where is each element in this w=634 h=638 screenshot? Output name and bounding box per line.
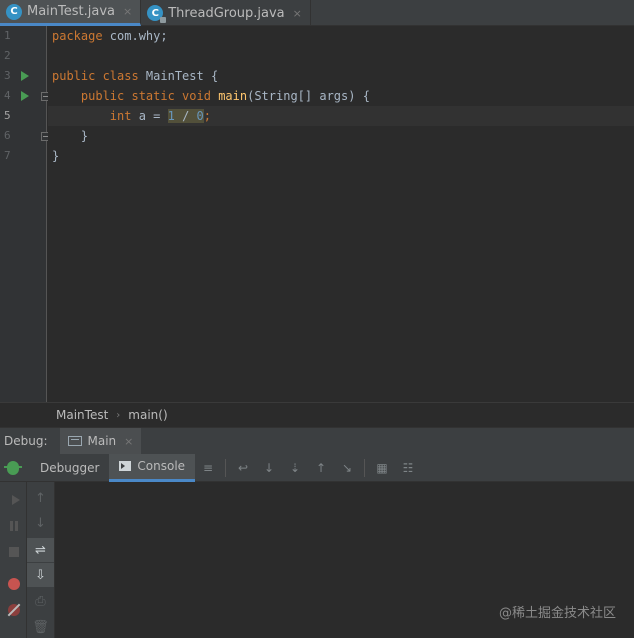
console-icon <box>119 461 132 471</box>
debug-toolbar: Debugger Console ≡ ↩ ↓ ⇣ ↑ ↘ ▦ ☷ <box>0 453 634 482</box>
java-class-locked-icon: C <box>147 5 167 23</box>
chevron-right-icon: › <box>116 409 121 421</box>
watermark: @稀土掘金技术社区 <box>498 606 616 621</box>
tab-console[interactable]: Console <box>109 453 196 482</box>
tab-maintest[interactable]: C MainTest.java × <box>0 0 142 26</box>
breadcrumb: MainTest › main() <box>0 402 634 427</box>
run-to-cursor-icon[interactable]: ↘ <box>334 454 360 482</box>
evaluate-expression-icon[interactable]: ▦ <box>369 454 395 482</box>
tab-threadgroup[interactable]: C ThreadGroup.java × <box>141 0 311 26</box>
debug-actions-column <box>0 482 27 638</box>
resume-icon[interactable] <box>0 488 27 512</box>
arrow-down-icon[interactable]: ↓ <box>27 511 54 535</box>
application-icon <box>67 436 82 446</box>
tab-console-label: Console <box>137 459 186 473</box>
tab-debugger-label: Debugger <box>40 460 100 475</box>
toolbar-divider <box>225 458 227 477</box>
code-line-1: package com.why; <box>52 29 168 43</box>
line-number: 2 <box>4 49 11 62</box>
bug-icon <box>0 454 26 482</box>
soft-wrap-icon[interactable]: ⇌ <box>27 538 54 562</box>
tab-maintest-label: MainTest.java <box>27 4 116 19</box>
line-number: 3 <box>4 69 11 82</box>
line-number: 7 <box>4 149 11 162</box>
line-number-current: 5 <box>4 109 11 122</box>
stop-icon[interactable] <box>0 540 27 564</box>
code-line-7: } <box>52 149 60 163</box>
run-main-icon[interactable] <box>21 91 29 101</box>
console-actions-column: ↑ ↓ ⇌ ⇩ ⎙ 🗑 <box>27 482 55 638</box>
editor-gutter: 1 2 3 4 5 6 7 <box>0 26 50 402</box>
menu-icon[interactable]: ≡ <box>195 454 221 482</box>
debug-tool-window-header: Debug: Main × <box>0 427 634 455</box>
java-class-icon: C <box>6 3 22 20</box>
editor-tab-bar: C MainTest.java × C ThreadGroup.java × <box>0 0 634 26</box>
run-class-icon[interactable] <box>21 71 29 81</box>
debug-session-tab-main[interactable]: Main × <box>59 427 142 455</box>
scroll-to-end-icon[interactable]: ⇩ <box>27 563 54 587</box>
line-number: 6 <box>4 129 11 142</box>
line-number: 1 <box>4 29 11 42</box>
step-into-icon[interactable]: ⇣ <box>282 454 308 482</box>
close-session-icon[interactable]: × <box>124 435 133 448</box>
mute-breakpoints-icon[interactable] <box>0 598 27 622</box>
print-icon[interactable]: ⎙ <box>27 589 54 613</box>
close-tab-icon[interactable]: × <box>123 5 132 18</box>
tab-threadgroup-label: ThreadGroup.java <box>168 5 285 21</box>
toolbar-divider <box>364 458 366 477</box>
tab-debugger[interactable]: Debugger <box>30 454 109 482</box>
trash-icon[interactable]: 🗑 <box>27 615 54 638</box>
breadcrumb-class[interactable]: MainTest <box>56 408 108 422</box>
show-execution-point-icon[interactable]: ↩ <box>230 454 256 482</box>
arrow-up-icon[interactable]: ↑ <box>27 486 54 510</box>
step-over-icon[interactable]: ↓ <box>256 454 282 482</box>
breadcrumb-method[interactable]: main() <box>128 408 167 422</box>
code-line-5: int a = 1 / 0; <box>109 109 211 123</box>
trace-icon[interactable]: ☷ <box>395 454 421 482</box>
code-line-3: public class MainTest { <box>52 69 219 83</box>
code-line-6: } <box>80 129 89 143</box>
code-line-4: public static void main(String[] args) { <box>80 89 370 103</box>
view-breakpoints-icon[interactable] <box>0 572 27 596</box>
line-number: 4 <box>4 89 11 102</box>
close-tab-icon[interactable]: × <box>293 7 302 20</box>
code-editor[interactable]: package com.why; public class MainTest {… <box>48 26 634 402</box>
pause-icon[interactable] <box>0 514 27 538</box>
step-out-icon[interactable]: ↑ <box>308 454 334 482</box>
debug-session-label: Main <box>87 434 117 448</box>
debug-label: Debug: <box>4 434 48 448</box>
